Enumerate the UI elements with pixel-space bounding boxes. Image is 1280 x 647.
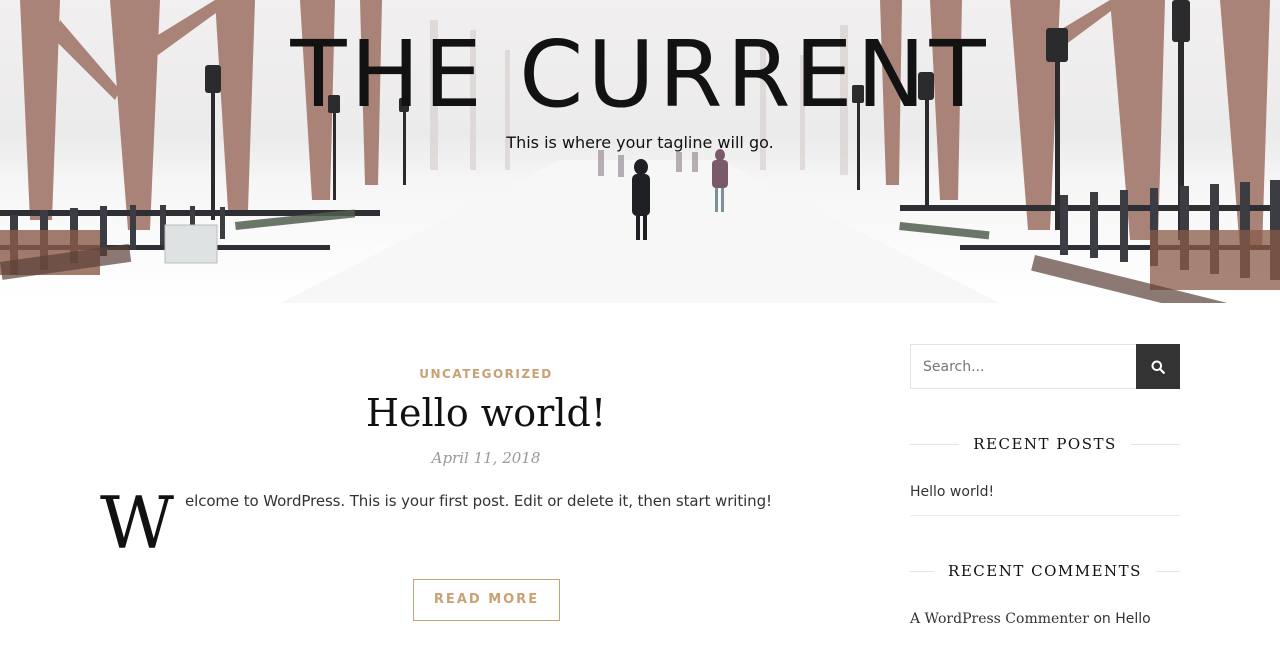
post-category-link[interactable]: UNCATEGORIZED [100,367,872,381]
heading-rule [910,570,935,572]
recent-post-link[interactable]: Hello world! [910,484,994,500]
recent-posts-title: RECENT POSTS [973,435,1117,453]
site-title[interactable]: THE CURRENT [0,20,1280,130]
site-header: THE CURRENT This is where your tagline w… [0,0,1280,303]
post-dropcap: W [100,481,175,565]
heading-rule [910,443,960,445]
widget-divider [910,515,1180,516]
search-widget [910,344,1180,389]
comment-author-link[interactable]: A WordPress Commenter [910,611,1089,627]
comment-connector: on [1093,611,1111,627]
post-date: April 11, 2018 [431,449,541,467]
site-tagline: This is where your tagline will go. [506,133,774,152]
search-icon [1151,360,1165,374]
search-input[interactable] [910,344,1137,389]
post-excerpt: elcome to WordPress. This is your first … [185,492,772,510]
comment-post-link[interactable]: Hello [1115,611,1151,627]
recent-posts-heading: RECENT POSTS [910,432,1181,456]
heading-rule [1130,443,1181,445]
post-title[interactable]: Hello world! [100,385,872,441]
read-more-button[interactable]: READ MORE [413,579,560,621]
heading-rule [1155,570,1181,572]
recent-comments-title: RECENT COMMENTS [948,562,1142,580]
search-button[interactable] [1136,344,1180,389]
recent-comments-heading: RECENT COMMENTS [910,559,1181,583]
recent-comment-item: A WordPress Commenter on Hello [910,611,1151,627]
